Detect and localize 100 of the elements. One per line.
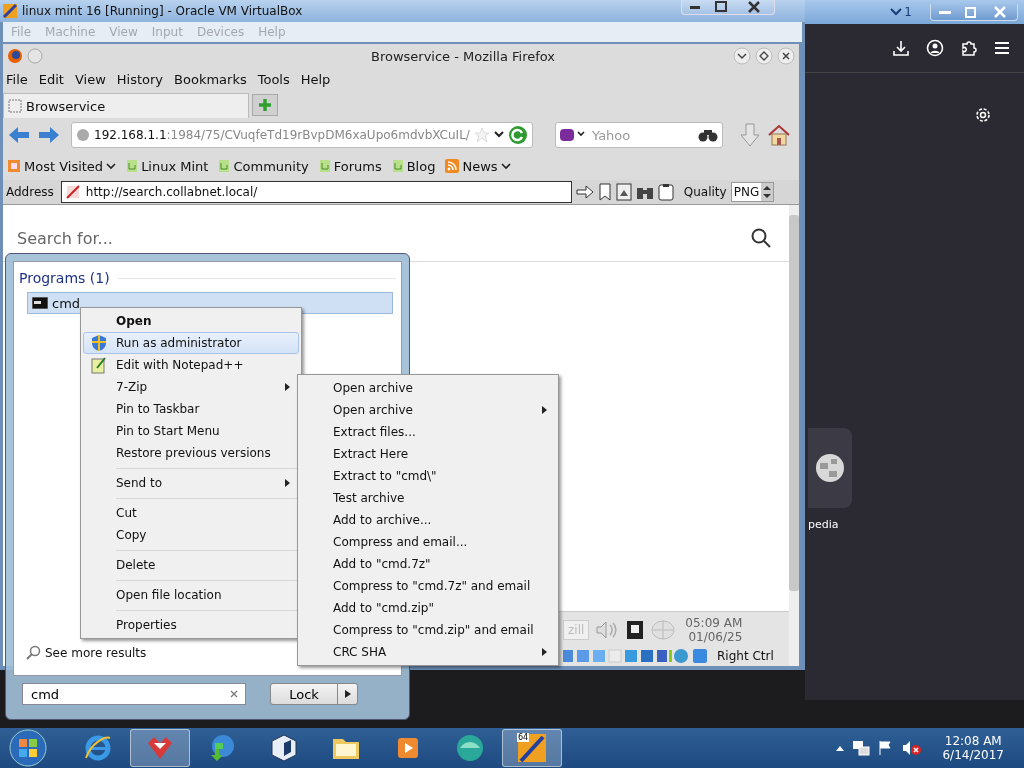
- go-arrow-icon[interactable]: [575, 185, 594, 199]
- bookmark-item[interactable]: Blog: [391, 158, 436, 174]
- bookmark-item[interactable]: Community: [218, 158, 309, 174]
- muted-speaker-icon[interactable]: [902, 740, 923, 756]
- menu-item[interactable]: Copy: [83, 524, 299, 546]
- options-button[interactable]: [338, 683, 358, 705]
- menu-item[interactable]: Extract to "cmd\": [300, 465, 556, 487]
- menu-item[interactable]: Extract files...: [300, 421, 556, 443]
- tab-count[interactable]: 1: [890, 5, 912, 19]
- menu-item[interactable]: Add to "cmd.7z": [300, 553, 556, 575]
- dropdown-icon: [500, 162, 511, 170]
- menu-item[interactable]: Edit with Notepad++: [83, 354, 299, 376]
- menu-item[interactable]: Compress to "cmd.7z" and email: [300, 575, 556, 597]
- menu-item[interactable]: Open archive: [300, 399, 556, 421]
- plus-icon: [258, 98, 272, 112]
- search-icon[interactable]: [751, 228, 771, 248]
- clipboard-icon[interactable]: [657, 183, 674, 201]
- menu-item[interactable]: Add to archive...: [300, 509, 556, 531]
- app-badge: 64: [517, 733, 530, 742]
- binoculars-icon[interactable]: [698, 128, 718, 142]
- clear-icon[interactable]: [229, 689, 239, 699]
- show-hidden-icon[interactable]: [836, 745, 845, 751]
- browser-tab[interactable]: Browservice: [3, 93, 249, 118]
- firefox-icon: [7, 48, 23, 64]
- page-icon: [218, 159, 231, 173]
- start-button[interactable]: [8, 728, 48, 768]
- menu-item[interactable]: CRC SHA: [300, 641, 556, 663]
- shortcut-label: pedia: [808, 518, 839, 531]
- network-icon[interactable]: [625, 619, 646, 641]
- orb-icon: [455, 733, 485, 763]
- menu-item[interactable]: Extract Here: [300, 443, 556, 465]
- menu-item[interactable]: Open archive: [300, 377, 556, 399]
- menu-item[interactable]: Bookmarks: [174, 71, 247, 87]
- image-icon[interactable]: [615, 183, 632, 201]
- triangle-icon: [344, 690, 351, 698]
- menu-item[interactable]: View: [74, 71, 106, 87]
- search-field[interactable]: Yahoo: [555, 122, 723, 148]
- forward-icon[interactable]: [37, 125, 61, 145]
- submenu-arrow-icon: [542, 406, 547, 414]
- menu-item[interactable]: History: [116, 71, 164, 87]
- settings-icon[interactable]: [974, 106, 992, 124]
- back-icon[interactable]: [7, 125, 31, 145]
- menu-item[interactable]: Run as administrator: [83, 332, 299, 354]
- blocked-page-icon: [65, 185, 80, 199]
- address-label: Address: [5, 185, 55, 199]
- window-title: Browservice - Mozilla Firefox: [369, 48, 556, 64]
- menu-item[interactable]: File: [6, 71, 28, 87]
- menu-icon[interactable]: [994, 41, 1010, 55]
- bookmark-item[interactable]: Most Visited: [7, 158, 117, 174]
- scrollbar[interactable]: [789, 205, 799, 666]
- see-more-link[interactable]: See more results: [19, 645, 151, 661]
- bookmark-item[interactable]: Linux Mint: [126, 158, 209, 174]
- lock-button[interactable]: Lock: [270, 683, 338, 705]
- extension-icon[interactable]: [960, 39, 978, 57]
- submenu-arrow-icon: [285, 479, 290, 487]
- bookmark-icon[interactable]: [597, 183, 612, 201]
- account-icon[interactable]: [926, 39, 944, 57]
- menu-item[interactable]: Test archive: [300, 487, 556, 509]
- page-icon: [391, 159, 404, 173]
- reload-icon[interactable]: [508, 125, 528, 145]
- clock-time: 12:08 AM: [944, 734, 1002, 748]
- menu-item[interactable]: Pin to Taskbar: [83, 398, 299, 420]
- menu-item[interactable]: 7-Zip: [83, 376, 299, 398]
- folder-icon: [7, 159, 21, 173]
- clock-date: 01/06/25: [688, 630, 743, 644]
- star-icon[interactable]: [474, 127, 490, 143]
- site-icon: [76, 128, 90, 142]
- notepad-icon: [91, 356, 107, 374]
- spin-arrows-icon[interactable]: [761, 183, 774, 201]
- submenu-arrow-icon: [542, 648, 547, 656]
- page-icon: [8, 99, 22, 113]
- menu-item[interactable]: Tools: [257, 71, 290, 87]
- url-field[interactable]: 192.168.1.1:1984/75/CVuqfeTd19rBvpDM6xaUpo6mdvbXCuIL/: [71, 122, 533, 148]
- menu-item[interactable]: Compress to "cmd.zip" and email: [300, 619, 556, 641]
- rss-icon: [445, 159, 460, 173]
- bookmark-item[interactable]: Forums: [318, 158, 382, 174]
- app-icon: [517, 733, 547, 763]
- taskbar-app[interactable]: 64: [502, 729, 562, 767]
- chevron-icon[interactable]: [733, 47, 751, 65]
- network-icon[interactable]: [852, 740, 871, 756]
- app-icon: [2, 3, 18, 19]
- menu-item[interactable]: Help: [300, 71, 331, 87]
- shield-icon: [91, 334, 107, 352]
- close-icon[interactable]: [777, 47, 795, 65]
- search-engine-icon[interactable]: [560, 128, 586, 142]
- bookmark-item[interactable]: News: [445, 158, 511, 174]
- search-field[interactable]: cmd: [22, 683, 246, 705]
- clock-time: 05:09 AM: [685, 616, 743, 630]
- home-icon[interactable]: [767, 124, 791, 146]
- quality-spinner[interactable]: PNG: [730, 182, 775, 202]
- menu-item[interactable]: Restore previous versions: [83, 442, 299, 464]
- shortcut-tile[interactable]: [808, 428, 852, 508]
- menu-item[interactable]: Pin to Start Menu: [83, 420, 299, 442]
- page-icon: [126, 159, 139, 173]
- menu-item[interactable]: Add to "cmd.zip": [300, 597, 556, 619]
- menu-item[interactable]: Compress and email...: [300, 531, 556, 553]
- submenu-arrow-icon: [285, 383, 290, 391]
- address-field[interactable]: http://search.collabnet.local/: [60, 181, 572, 203]
- dropdown-icon[interactable]: [494, 131, 504, 139]
- menu-item[interactable]: Edit: [38, 71, 64, 87]
